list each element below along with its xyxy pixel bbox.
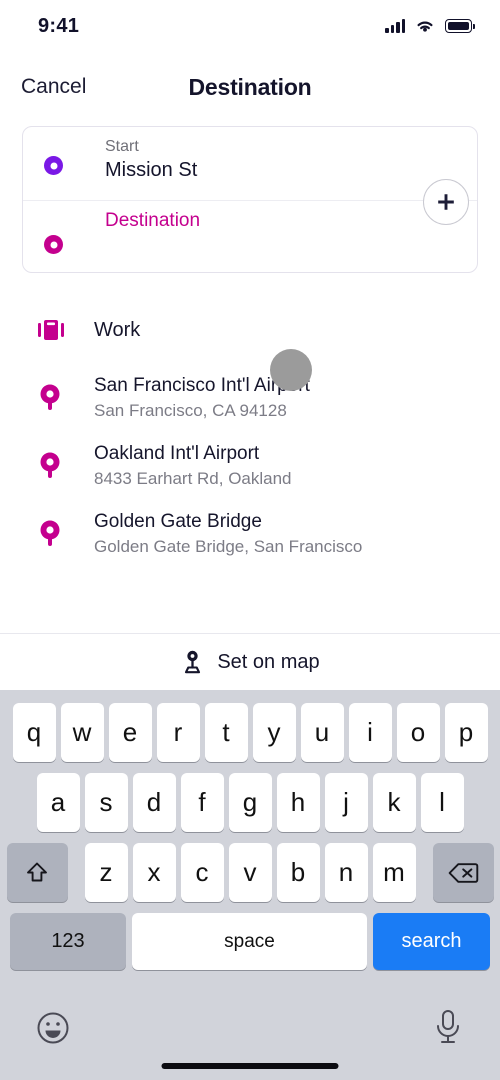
map-pin-icon — [38, 381, 76, 415]
plus-icon — [438, 194, 454, 210]
keyboard-row-1: q w e r t y u i o p — [0, 703, 500, 762]
key-s[interactable]: s — [84, 773, 128, 832]
key-m[interactable]: m — [372, 843, 416, 902]
key-h[interactable]: h — [276, 773, 320, 832]
set-on-map-button[interactable]: Set on map — [0, 634, 500, 690]
battery-icon — [445, 19, 476, 33]
status-icons — [385, 18, 476, 34]
list-item-text: Oakland Int'l Airport 8433 Earhart Rd, O… — [94, 442, 292, 490]
key-t[interactable]: t — [204, 703, 248, 762]
set-on-map-label: Set on map — [217, 650, 320, 673]
key-n[interactable]: n — [324, 843, 368, 902]
list-item-subtitle: San Francisco, CA 94128 — [94, 401, 287, 420]
numbers-key[interactable]: 123 — [10, 913, 126, 970]
backspace-key[interactable] — [432, 843, 494, 902]
list-item[interactable]: Work — [0, 296, 500, 364]
map-pin-icon — [38, 517, 76, 551]
destination-field-row[interactable]: Destination — [23, 200, 477, 273]
list-item-subtitle: 8433 Earhart Rd, Oakland — [94, 469, 292, 488]
keyboard-row-3: z x c v b n m — [0, 843, 500, 902]
status-bar: 9:41 — [0, 0, 500, 52]
map-pin-icon — [38, 449, 76, 483]
list-item-text: Work — [94, 318, 140, 342]
key-q[interactable]: q — [12, 703, 56, 762]
key-v[interactable]: v — [228, 843, 272, 902]
cellular-signal-icon — [385, 19, 405, 33]
start-dot-icon — [44, 156, 63, 175]
destination-search-screen: 9:41 Cancel Destination Start Mission St… — [0, 0, 500, 1080]
keyboard-row-2: a s d f g h j k l — [0, 773, 500, 832]
list-item-title: Golden Gate Bridge — [94, 511, 262, 532]
key-p[interactable]: p — [444, 703, 488, 762]
wifi-icon — [417, 21, 433, 32]
destination-dot-icon — [44, 235, 63, 254]
shift-key[interactable] — [6, 843, 68, 902]
suggestion-list: Work San Francisco Int'l Airport San Fra… — [0, 296, 500, 568]
status-time: 9:41 — [38, 14, 80, 37]
key-u[interactable]: u — [300, 703, 344, 762]
keyboard-bottom-bar — [0, 996, 500, 1080]
start-field-row[interactable]: Start Mission St — [23, 127, 477, 200]
touch-indicator — [270, 349, 312, 391]
navigation-bar: Cancel Destination — [0, 52, 500, 122]
microphone-icon — [437, 1010, 459, 1043]
key-r[interactable]: r — [156, 703, 200, 762]
home-indicator — [161, 1063, 339, 1069]
microphone-key[interactable] — [431, 1006, 465, 1053]
key-i[interactable]: i — [348, 703, 392, 762]
key-c[interactable]: c — [180, 843, 224, 902]
backspace-icon — [448, 862, 478, 883]
key-l[interactable]: l — [420, 773, 464, 832]
start-label: Start — [105, 138, 139, 155]
list-item-text: Golden Gate Bridge Golden Gate Bridge, S… — [94, 510, 362, 558]
list-item-title: Work — [94, 319, 141, 341]
key-z[interactable]: z — [84, 843, 128, 902]
key-k[interactable]: k — [372, 773, 416, 832]
key-w[interactable]: w — [60, 703, 104, 762]
key-e[interactable]: e — [108, 703, 152, 762]
key-f[interactable]: f — [180, 773, 224, 832]
key-a[interactable]: a — [36, 773, 80, 832]
briefcase-icon — [38, 316, 76, 344]
list-item-subtitle: Golden Gate Bridge, San Francisco — [94, 537, 363, 556]
list-item-title: Oakland Int'l Airport — [94, 443, 260, 464]
key-d[interactable]: d — [132, 773, 176, 832]
key-x[interactable]: x — [132, 843, 176, 902]
route-card: Start Mission St Destination — [22, 126, 478, 273]
add-stop-button[interactable] — [423, 179, 469, 225]
list-item[interactable]: San Francisco Int'l Airport San Francisc… — [0, 364, 500, 432]
space-key[interactable]: space — [132, 913, 367, 970]
keyboard-row-4: 123 space search — [0, 913, 500, 970]
emoji-key[interactable] — [33, 1008, 73, 1053]
keyboard-gap — [73, 843, 80, 902]
start-value[interactable]: Mission St — [105, 159, 197, 182]
on-screen-keyboard: q w e r t y u i o p a s d f g h j k l z … — [0, 690, 500, 1080]
key-j[interactable]: j — [324, 773, 368, 832]
key-o[interactable]: o — [396, 703, 440, 762]
cancel-button[interactable]: Cancel — [21, 75, 86, 99]
keyboard-gap — [421, 843, 428, 902]
list-item[interactable]: Oakland Int'l Airport 8433 Earhart Rd, O… — [0, 432, 500, 500]
map-pin-stand-icon — [185, 650, 201, 674]
list-item[interactable]: Golden Gate Bridge Golden Gate Bridge, S… — [0, 500, 500, 568]
key-g[interactable]: g — [228, 773, 272, 832]
key-b[interactable]: b — [276, 843, 320, 902]
shift-arrow-icon — [27, 862, 47, 881]
key-y[interactable]: y — [252, 703, 296, 762]
search-key[interactable]: search — [373, 913, 490, 970]
destination-input[interactable]: Destination — [105, 210, 200, 232]
emoji-smiley-icon — [37, 1012, 69, 1044]
